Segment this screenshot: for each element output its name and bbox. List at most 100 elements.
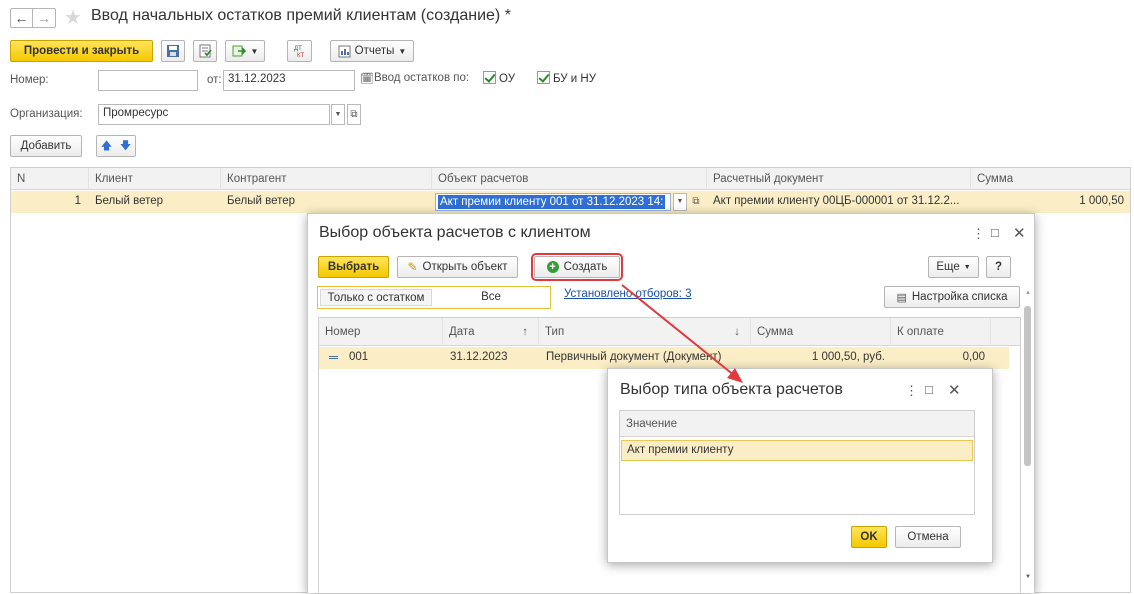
cell-type: Первичный документ (Документ) [546,351,722,363]
column-header-n[interactable]: N [11,168,89,190]
more-button[interactable]: Еще ▼ [928,256,979,278]
select-object-type-dialog: Выбор типа объекта расчетов ⋮ □ ✕ Значен… [607,368,993,563]
cell-document: Акт премии клиенту 00ЦБ-000001 от 31.12.… [713,195,960,207]
bu-nu-label: БУ и НУ [553,73,597,85]
more-vert-icon[interactable]: ⋮ [972,226,985,242]
move-down-icon[interactable]: 🡇 [120,137,131,156]
object-input-value: Акт премии клиенту 001 от 31.12.2023 14: [438,195,666,209]
cell-date: 31.12.2023 [450,351,508,363]
save-button[interactable] [161,40,185,62]
column-header-object[interactable]: Объект расчетов [432,168,707,190]
sort-up-icon: ↑ [522,326,528,338]
column-header-counterparty[interactable]: Контрагент [221,168,432,190]
create-based-on-icon [232,45,246,57]
maximize-icon[interactable]: □ [925,382,933,397]
cell-to-pay: 0,00 [962,351,985,363]
open-object-button[interactable]: ✎ Открыть объект [397,256,518,278]
window-title: Ввод начальных остатков премий клиентам … [91,7,511,24]
list-item[interactable]: Акт премии клиенту [621,440,973,461]
dt-kt-icon: ДТКТ [294,46,304,58]
table-header: Номер Дата ↑ Тип ↓ Сумма К оплате [319,318,1020,346]
move-up-icon[interactable]: 🡅 [101,137,112,156]
reports-icon [338,45,351,57]
type-item-label: Акт премии клиенту [627,444,734,456]
open-link-icon[interactable]: ⧉ [347,104,361,125]
ok-button[interactable]: OK [851,526,887,548]
date-label: от: [207,74,222,86]
number-field[interactable] [98,70,198,91]
list-settings-button[interactable]: ▤ Настройка списка [884,286,1020,308]
table-row[interactable]: 001 31.12.2023 Первичный документ (Докум… [319,347,1009,369]
organization-field[interactable]: Промресурс [98,104,330,125]
object-open-icon[interactable]: ⧉ [689,193,703,211]
forward-arrow-icon[interactable]: → [33,9,55,27]
object-input[interactable]: Акт премии клиенту 001 от 31.12.2023 14: [435,193,671,211]
date-field[interactable]: 31.12.2023 [223,70,355,91]
scroll-down-icon[interactable]: ▼ [1025,574,1031,580]
scrollbar[interactable]: ▲ ▼ [1024,290,1032,594]
column-header-sum[interactable]: Сумма [971,168,1130,190]
select-button[interactable]: Выбрать [318,256,389,278]
add-button[interactable]: Добавить [10,135,82,157]
chevron-down-icon: ▼ [398,46,407,56]
scroll-up-icon[interactable]: ▲ [1025,290,1031,296]
close-icon[interactable]: ✕ [948,381,961,399]
post-and-close-button[interactable]: Провести и закрыть [10,40,153,62]
pencil-icon: ✎ [407,260,418,274]
balance-filter-toggle: Только с остатком Все [317,286,551,309]
plus-circle-icon: + [546,261,559,273]
column-header-sum[interactable]: Сумма [751,318,891,346]
checkbox-checked-icon [537,71,550,84]
close-icon[interactable]: ✕ [1013,224,1026,242]
balance-input-label: Ввод остатков по: [374,72,470,84]
column-header-client[interactable]: Клиент [89,168,221,190]
calendar-icon[interactable]: 🗓 [360,72,374,85]
only-with-balance-option[interactable]: Только с остатком [320,289,432,306]
dt-kt-button[interactable]: ДТ КТ [287,40,312,62]
cell-counterparty: Белый ветер [227,195,296,207]
reports-button[interactable]: Отчеты ▼ [330,40,414,62]
ou-checkbox[interactable]: ОУ [483,71,515,85]
post-button[interactable] [193,40,217,62]
column-header-number[interactable]: Номер [319,318,443,346]
move-buttons: 🡅 🡇 [96,135,136,157]
all-option[interactable]: Все [434,289,548,306]
maximize-icon[interactable]: □ [991,225,999,240]
cancel-button[interactable]: Отмена [895,526,961,548]
cell-sum: 1 000,50, руб. [811,351,885,363]
create-button[interactable]: + Создать [531,253,623,281]
document-post-icon [199,44,212,58]
svg-text:ДТ: ДТ [294,46,302,52]
cell-n: 1 [74,195,81,207]
table-row[interactable]: 1 Белый ветер Белый ветер Акт премии кли… [11,191,1130,213]
sort-down-icon: ↓ [734,326,740,338]
bu-nu-checkbox[interactable]: БУ и НУ [537,71,596,85]
organization-dropdown-button[interactable]: ▼ [331,104,345,125]
column-header-to-pay[interactable]: К оплате [891,318,991,346]
organization-label: Организация: [10,108,83,120]
type-list-header: Значение [620,411,974,437]
object-dropdown-button[interactable]: ▼ [673,193,687,211]
column-header-type[interactable]: Тип ↓ [539,318,751,346]
favorite-star-icon[interactable]: ★ [64,5,82,30]
scrollbar-thumb[interactable] [1024,306,1031,466]
table-header: N Клиент Контрагент Объект расчетов Расч… [11,168,1130,190]
reports-label: Отчеты [354,45,395,57]
type-list: Значение Акт премии клиенту [619,410,975,515]
create-label: Создать [563,261,608,273]
svg-text:КТ: КТ [297,53,304,58]
open-object-label: Открыть объект [422,261,508,273]
help-button[interactable]: ? [986,256,1011,278]
column-header-date[interactable]: Дата ↑ [443,318,539,346]
more-label: Еще [936,261,960,273]
filters-set-link[interactable]: Установлено отборов: 3 [564,288,692,300]
chevron-down-icon: ▼ [250,46,259,56]
back-arrow-icon[interactable]: ← [11,9,33,27]
cell-sum: 1 000,50 [1079,195,1124,207]
more-vert-icon[interactable]: ⋮ [905,383,918,399]
create-based-on-button[interactable]: ▼ [225,40,265,62]
column-header-document[interactable]: Расчетный документ [707,168,971,190]
nav-buttons: ← → [10,8,56,28]
number-label: Номер: [10,74,49,86]
cell-number: 001 [349,351,369,363]
